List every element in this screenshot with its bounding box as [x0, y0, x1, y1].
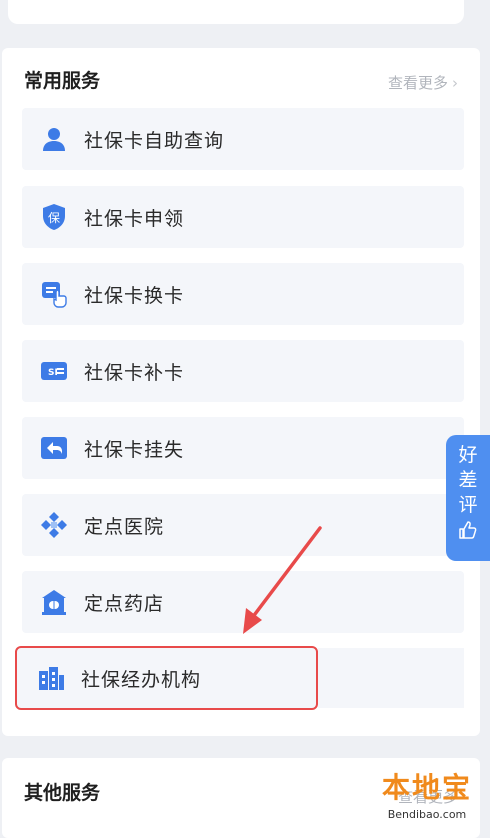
hospital-cross-icon: [40, 511, 68, 539]
watermark-site: Bendibao.com: [387, 808, 467, 821]
svg-text:SI: SI: [48, 368, 58, 378]
service-item-label: 定点医院: [84, 515, 165, 538]
view-more-link[interactable]: 查看更多 ›: [388, 72, 458, 93]
pharmacy-icon: [40, 588, 68, 616]
thumbs-up-icon: [458, 520, 478, 544]
service-item-si-card-reissue[interactable]: SI 社保卡补卡: [22, 340, 464, 402]
view-more-label: 查看更多: [387, 74, 448, 92]
service-item-designated-hospital[interactable]: 定点医院: [22, 494, 464, 556]
service-item-si-card-apply[interactable]: 保 社保卡申领: [22, 186, 464, 248]
service-item-label: 定点药店: [84, 592, 165, 615]
building-icon: [37, 664, 65, 692]
feedback-tab[interactable]: 好 差 评: [446, 435, 490, 561]
top-card: [8, 0, 464, 24]
service-item-label: 社保卡换卡: [84, 284, 185, 307]
service-item-label: 社保卡挂失: [84, 438, 185, 461]
chevron-right-icon: ›: [452, 73, 458, 92]
service-item-si-card-report-loss[interactable]: 社保卡挂失: [22, 417, 464, 479]
service-item-designated-pharmacy[interactable]: 定点药店: [22, 571, 464, 633]
service-item-si-card-query[interactable]: 社保卡自助查询: [22, 108, 464, 170]
service-item-label: 社保卡申领: [84, 207, 185, 230]
card-tap-icon: [40, 280, 68, 308]
si-card-icon: SI: [40, 357, 68, 385]
svg-text:保: 保: [48, 211, 60, 225]
service-item-label: 社保卡补卡: [84, 361, 185, 384]
feedback-char: 差: [458, 469, 478, 491]
return-arrow-icon: [40, 434, 68, 462]
watermark-logo: 本地宝: [381, 771, 472, 804]
feedback-char: 好: [458, 444, 478, 466]
service-item-si-agency[interactable]: 社保经办机构: [15, 646, 318, 710]
service-item-si-card-replace[interactable]: 社保卡换卡: [22, 263, 464, 325]
feedback-char: 评: [458, 494, 478, 516]
service-item-label: 社保卡自助查询: [84, 129, 225, 152]
item-background-extension: [318, 648, 464, 708]
shield-badge-icon: 保: [40, 203, 68, 231]
watermark: 本地宝 Bendibao.com: [372, 766, 482, 824]
person-icon: [40, 125, 68, 153]
section-title-other: 其他服务: [24, 782, 101, 804]
section-title-common: 常用服务: [24, 70, 101, 92]
service-item-label: 社保经办机构: [81, 668, 202, 691]
